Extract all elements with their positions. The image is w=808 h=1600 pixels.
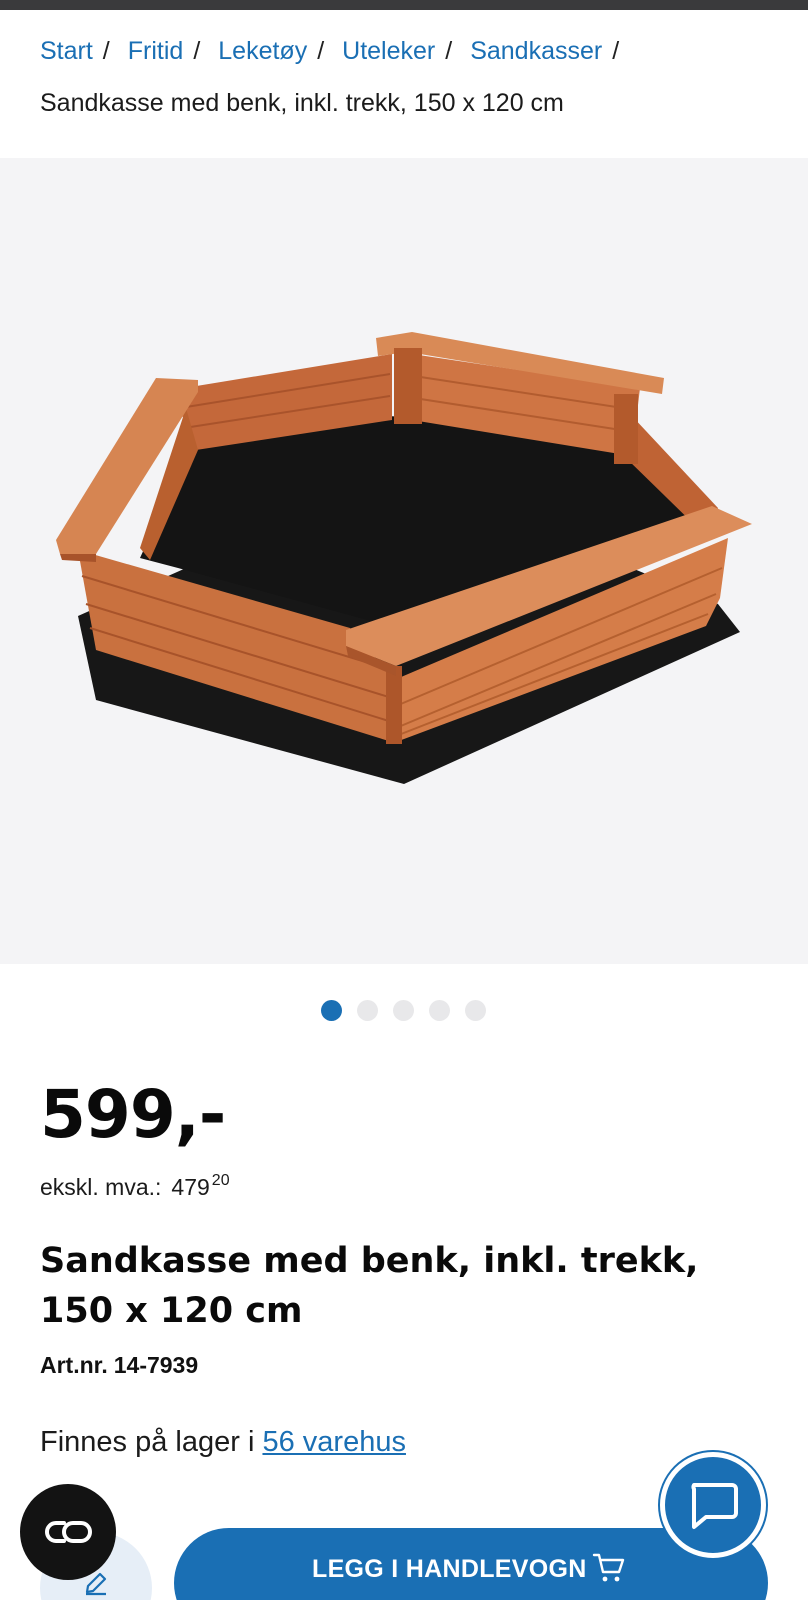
chat-button[interactable] [660,1452,766,1558]
breadcrumb-separator: / [102,37,110,65]
breadcrumb-link-sandkasser[interactable]: Sandkasser [470,37,602,65]
cart-icon [592,1553,625,1582]
gallery-dot-1[interactable] [321,1000,342,1021]
stock-availability: Finnes på lager i 56 varehus [40,1424,406,1460]
product-title: Sandkasse med benk, inkl. trekk, 150 x 1… [40,1241,699,1331]
breadcrumb-separator: / [445,37,453,65]
breadcrumb-current: Sandkasse med benk, inkl. trekk, 150 x 1… [40,89,564,117]
ex-vat-label: ekskl. mva.: [40,1174,162,1200]
stock-prefix: Finnes på lager i [40,1426,255,1458]
browser-top-bar [0,0,808,10]
gallery-pagination [0,1000,808,1022]
breadcrumb-link-leketoy[interactable]: Leketøy [218,37,307,65]
breadcrumb: Start / Fritid / Leketøy / Uteleker / Sandkasser… [40,34,780,120]
breadcrumb-separator: / [612,37,620,65]
ex-vat-value: 479 [171,1174,210,1200]
add-to-cart-label: LEGG I HANDLEVOGN [312,1555,587,1583]
gallery-dot-4[interactable] [429,1000,450,1021]
product-image-gallery[interactable] [0,158,808,964]
cookie-settings-button[interactable] [20,1484,116,1580]
breadcrumb-link-uteleker[interactable]: Uteleker [342,37,435,65]
article-number-value: 14-7939 [113,1352,199,1378]
stock-stores-link[interactable]: 56 varehus [262,1426,406,1458]
breadcrumb-separator: / [317,37,325,65]
ex-vat-cents: 20 [211,1172,230,1189]
article-number-label: Art.nr. [40,1352,108,1378]
gallery-dot-2[interactable] [357,1000,378,1021]
chat-bubble-icon [691,1483,738,1529]
gallery-dot-5[interactable] [465,1000,486,1021]
article-number: Art.nr. 14-7939 [40,1350,198,1380]
breadcrumb-link-fritid[interactable]: Fritid [128,37,184,65]
cookie-settings-icon [45,1521,92,1543]
breadcrumb-link-start[interactable]: Start [40,37,93,65]
price-ex-vat: ekskl. mva.: 479 20 [40,1166,230,1202]
breadcrumb-separator: / [193,37,201,65]
gallery-dot-3[interactable] [393,1000,414,1021]
product-price: 599,- [40,1076,226,1153]
product-image-sandbox [56,332,752,784]
